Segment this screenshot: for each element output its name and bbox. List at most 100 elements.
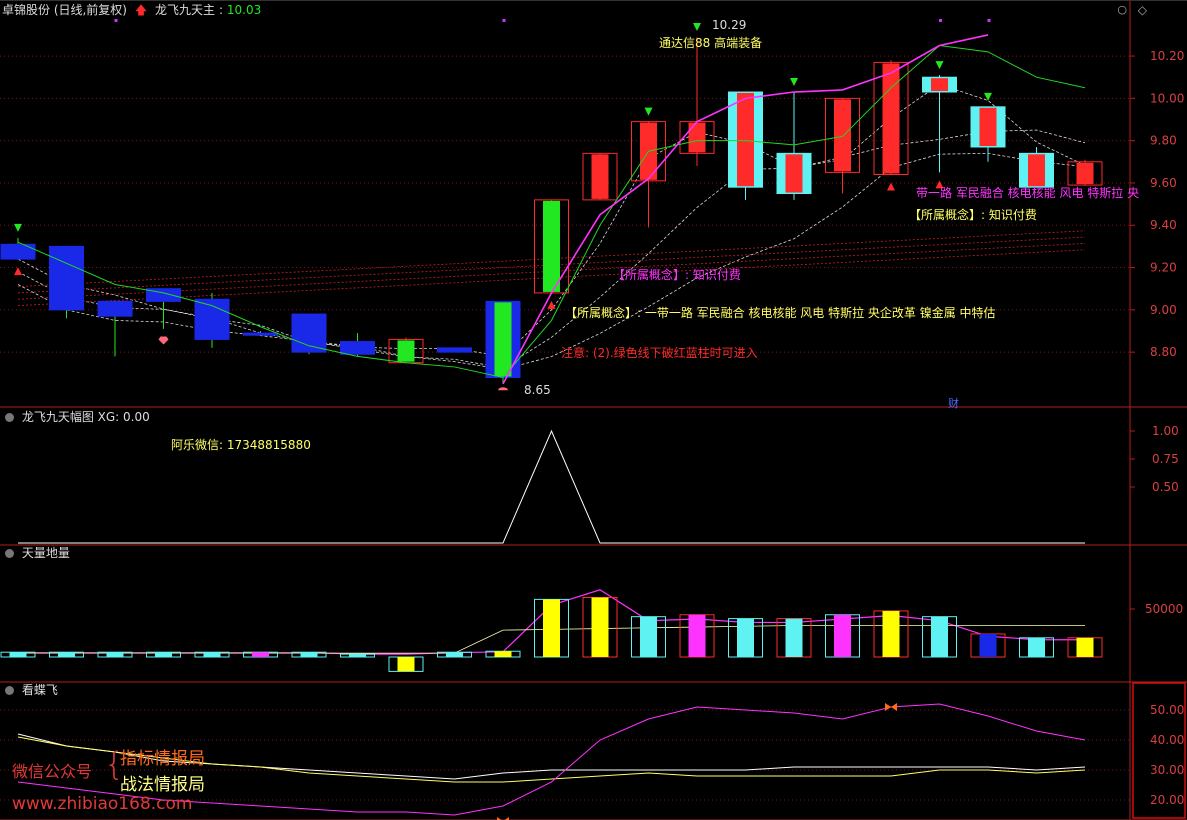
low-marker-icon [498,387,508,391]
down-arrow-icon [790,78,798,87]
panel-toggle-icon[interactable] [5,549,14,558]
volume-bar [349,654,366,657]
volume-bar [737,618,754,657]
y-tick-label: 9.20 [1150,261,1177,275]
candle-inner [446,348,463,352]
expand-icon[interactable]: ○ [1117,3,1127,16]
volume-bar [591,597,609,657]
watermark-site[interactable]: www.zhibiao168.com [12,794,192,814]
y-tick-label: 30.00 [1150,763,1184,777]
diamond-icon[interactable]: ◇ [1138,3,1147,17]
y-tick-label: 9.00 [1150,303,1177,317]
volume-bar [9,652,27,657]
candle-inner [397,340,415,362]
panel-toggle-icon[interactable] [5,413,14,422]
panel2-title: 龙飞九天幅图 XG: 0.00 [21,410,150,424]
candle-inner [349,342,366,354]
panel2-header: 龙飞九天幅图 XG: 0.00 [2,408,154,426]
y-tick-label: 8.80 [1150,345,1177,359]
panel4-title: 看蝶飞 [21,683,58,697]
candle-inner [931,78,948,92]
concept-top-tail: 带一路 军民融合 核电核能 风电 特斯拉 央 [916,186,1140,200]
up-arrow-icon [547,300,556,309]
y-tick-label: 9.40 [1150,218,1177,232]
candle-inner [9,245,27,259]
top-dot-icon [502,19,506,22]
candle-inner [543,200,560,292]
volume-bar [931,616,948,657]
stock-name[interactable]: 卓锦股份 (日线,前复权) [2,3,127,17]
up-arrow-icon [14,267,22,276]
volume-bar [1028,637,1045,657]
y-tick-label: 10.00 [1150,91,1184,105]
down-arrow-icon [935,61,944,70]
watermark-label: 微信公众号 [12,762,93,781]
candle-inner [252,334,269,336]
volume-bar [252,652,269,657]
panel-toggle-icon[interactable] [5,686,14,695]
volume-bar [106,652,124,657]
note-label: 注意: (2).绿色线下破红蓝柱时可进入 [561,346,758,360]
y-tick-label: 20.00 [1150,793,1184,807]
volume-bar [397,657,415,672]
concept-mid: 【所属概念】: 知识付费 [613,268,741,282]
y-tick-label: 50000 [1145,602,1183,616]
volume-bar [300,652,318,657]
watermark-line2: 战法情报局 [120,775,205,795]
candle-inner [785,154,803,193]
candle-inner [58,247,75,309]
panel1-header: 卓锦股份 (日线,前复权) 🡅 龙飞九天主: 10.03 [2,3,262,17]
tdx88-label: 通达信88 高端装备 [659,36,763,50]
candle-inner [106,302,124,316]
down-arrow-icon [693,23,701,32]
top-dot-icon [987,19,991,22]
volume-layer [0,596,1103,672]
volume-bar [1076,637,1094,657]
indicator-name: 龙飞九天主 [155,3,216,17]
y-tick-label: 0.50 [1152,480,1179,494]
volume-bar [785,618,803,657]
finance-badge[interactable]: 财 [948,395,959,411]
concept-top-head: 【所属概念】: 知识付费 [909,208,1037,222]
volume-bar [494,651,512,657]
y-tick-label: 1.00 [1152,424,1179,438]
volume-bar [882,610,900,657]
indicator-value: 10.03 [226,3,262,17]
candle-inner [591,154,609,199]
volume-bar [640,616,657,657]
axis-layer: 8.80 9.00 9.20 9.40 9.60 9.80 10.00 10.20 0.50 0.… [1130,49,1184,807]
chart-canvas: 8.80 9.00 9.20 9.40 9.60 9.80 10.00 10.20 0.50 0.… [0,0,1187,820]
volume-bar [543,599,560,657]
candle-inner [737,93,754,187]
grid-layer [0,0,1187,820]
candle-inner [882,63,900,174]
volume-bar [155,652,172,657]
watermark-line1: 指标情报局 [120,749,205,769]
diamond-gem-icon [158,336,169,345]
down-arrow-icon [644,107,653,116]
wechat-contact: 阿乐微信: 17348815880 [171,438,311,452]
y-tick-label: 40.00 [1150,733,1184,747]
y-tick-label: 9.80 [1150,134,1177,148]
top-dot-icon [114,19,118,22]
y-tick-label: 50.00 [1150,703,1184,717]
candle-inner [979,107,997,146]
candle-inner [1076,162,1094,185]
panel3-header: 天量地量 [2,544,74,562]
y-tick-label: 0.75 [1152,452,1179,466]
volume-bar [203,652,221,657]
candle-inner [494,302,512,377]
high-price-label: 10.29 [712,18,747,32]
candle-inner [834,99,851,172]
line-layer [17,34,1086,816]
low-price-label: 8.65 [524,383,551,397]
butterfly-icon [885,703,897,711]
concept-main: 【所属概念】: 一带一路 军民融合 核电核能 风电 特斯拉 央企改革 镍金属 中… [565,306,996,320]
candle-inner [1028,154,1045,187]
down-arrow-icon [14,223,22,232]
volume-bar [834,614,851,657]
candle-inner [155,289,172,301]
y-tick-label: 10.20 [1150,49,1184,63]
volume-bar [446,652,463,657]
candle-inner [688,122,706,153]
